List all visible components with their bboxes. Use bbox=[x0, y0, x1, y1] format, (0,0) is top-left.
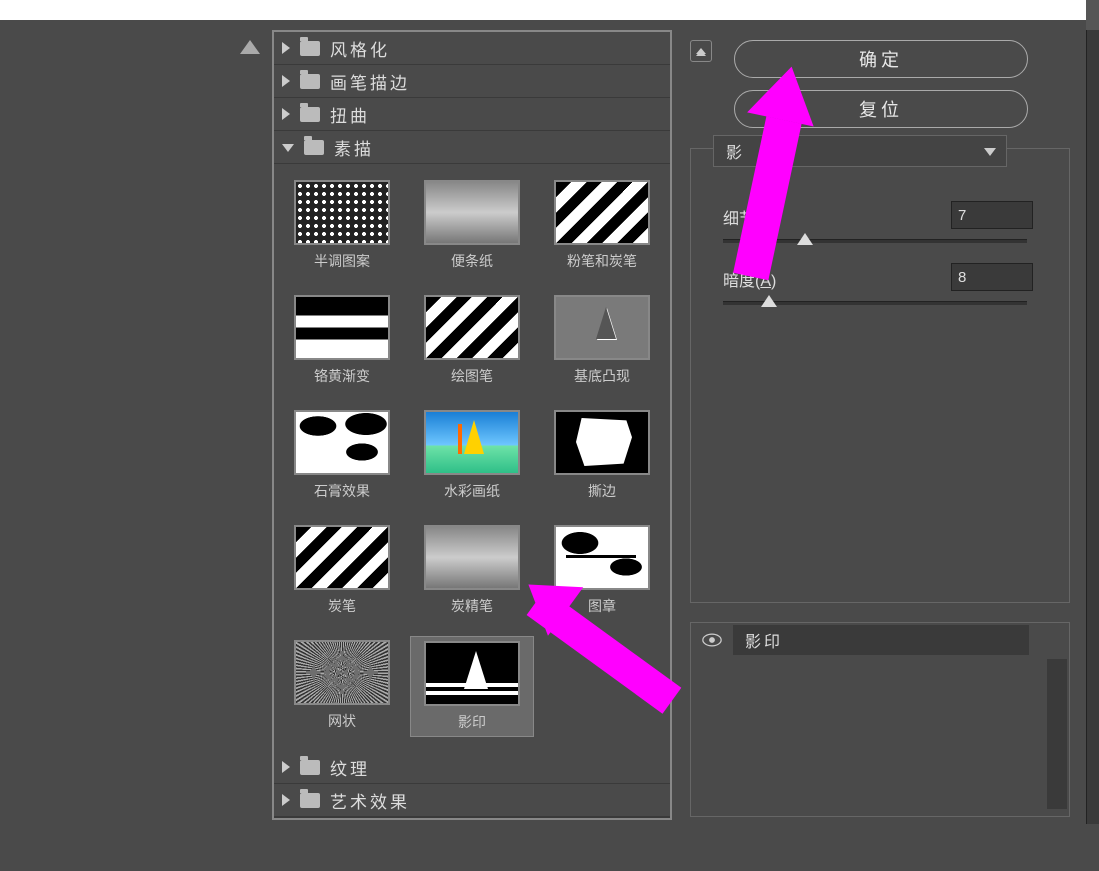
category-label: 纹理 bbox=[330, 755, 370, 780]
thumb-image bbox=[424, 180, 520, 245]
folder-icon bbox=[300, 41, 320, 56]
thumb-label: 便条纸 bbox=[451, 251, 493, 271]
filter-chrome[interactable]: 铬黄渐变 bbox=[280, 291, 404, 390]
thumb-image bbox=[294, 525, 390, 590]
thumb-image bbox=[424, 410, 520, 475]
folder-icon bbox=[300, 760, 320, 775]
filter-waterpaper[interactable]: 水彩画纸 bbox=[410, 406, 534, 505]
param-darkness-row: 暗度(A) bbox=[723, 267, 1043, 291]
chevron-right-icon bbox=[282, 761, 290, 773]
thumb-image bbox=[294, 640, 390, 705]
filter-tornedges[interactable]: 撕边 bbox=[540, 406, 664, 505]
thumb-label: 半调图案 bbox=[314, 251, 370, 271]
slider-knob[interactable] bbox=[797, 233, 813, 245]
category-label: 艺术效果 bbox=[330, 788, 410, 813]
thumb-image bbox=[554, 180, 650, 245]
thumb-label: 绘图笔 bbox=[451, 366, 493, 386]
filter-charcoal[interactable]: 炭笔 bbox=[280, 521, 404, 620]
effect-layers-panel: 影印 bbox=[690, 622, 1070, 817]
thumb-label: 炭笔 bbox=[328, 596, 356, 616]
param-darkness-slider[interactable] bbox=[723, 301, 1027, 305]
thumb-label: 图章 bbox=[588, 596, 616, 616]
right-edge-top bbox=[1086, 0, 1099, 30]
right-edge-strip bbox=[1086, 0, 1099, 824]
collapse-button[interactable] bbox=[690, 40, 712, 62]
chevron-right-icon bbox=[282, 794, 290, 806]
layer-row[interactable]: 影印 bbox=[691, 623, 1069, 657]
category-texture[interactable]: 纹理 bbox=[274, 751, 670, 784]
filter-notepaper[interactable]: 便条纸 bbox=[410, 176, 534, 275]
category-sketch[interactable]: 素描 bbox=[274, 131, 670, 164]
ok-label: 确定 bbox=[859, 46, 903, 72]
category-label: 扭曲 bbox=[330, 102, 370, 127]
chevron-right-icon bbox=[282, 108, 290, 120]
thumb-label: 网状 bbox=[328, 711, 356, 731]
filter-gallery-panel: 风格化 画笔描边 扭曲 素描 半调图案 便条纸 粉笔和炭笔 铬黄渐变 绘图笔 基… bbox=[272, 30, 672, 820]
visibility-toggle[interactable] bbox=[691, 633, 733, 647]
thumb-label: 铬黄渐变 bbox=[314, 366, 370, 386]
category-brush[interactable]: 画笔描边 bbox=[274, 65, 670, 98]
thumb-label: 石膏效果 bbox=[314, 481, 370, 501]
reset-label: 复位 bbox=[859, 96, 903, 122]
folder-icon bbox=[300, 793, 320, 808]
category-stylize[interactable]: 风格化 bbox=[274, 32, 670, 65]
folder-icon bbox=[300, 74, 320, 89]
layer-scrollbar[interactable] bbox=[1047, 659, 1067, 809]
filter-graphicpen[interactable]: 绘图笔 bbox=[410, 291, 534, 390]
chevron-right-icon bbox=[282, 75, 290, 87]
chevron-right-icon bbox=[282, 42, 290, 54]
slider-knob[interactable] bbox=[761, 295, 777, 307]
thumb-image bbox=[294, 410, 390, 475]
thumb-image bbox=[294, 295, 390, 360]
thumb-image bbox=[424, 295, 520, 360]
top-white-bar bbox=[0, 0, 1086, 20]
thumb-image bbox=[424, 641, 520, 706]
filter-photocopy[interactable]: 影印 bbox=[410, 636, 534, 737]
filter-halftone[interactable]: 半调图案 bbox=[280, 176, 404, 275]
folder-icon bbox=[304, 140, 324, 155]
param-detail-input[interactable] bbox=[951, 201, 1033, 229]
thumb-image bbox=[554, 410, 650, 475]
thumb-label: 水彩画纸 bbox=[444, 481, 500, 501]
category-distort[interactable]: 扭曲 bbox=[274, 98, 670, 131]
category-label: 风格化 bbox=[330, 36, 390, 61]
thumb-image bbox=[294, 180, 390, 245]
filter-plaster[interactable]: 石膏效果 bbox=[280, 406, 404, 505]
thumb-label: 炭精笔 bbox=[451, 596, 493, 616]
double-chevron-up-icon bbox=[696, 48, 706, 54]
param-darkness-input[interactable] bbox=[951, 263, 1033, 291]
thumb-label: 基底凸现 bbox=[574, 366, 630, 386]
chevron-down-icon bbox=[282, 144, 294, 152]
thumb-image bbox=[424, 525, 520, 590]
filter-basrelief[interactable]: 基底凸现 bbox=[540, 291, 664, 390]
thumb-label: 粉笔和炭笔 bbox=[567, 251, 637, 271]
category-label: 素描 bbox=[334, 135, 374, 160]
dropdown-label: 影 bbox=[726, 139, 742, 163]
thumb-label: 影印 bbox=[458, 712, 486, 732]
category-label: 画笔描边 bbox=[330, 69, 410, 94]
filter-reticulation[interactable]: 网状 bbox=[280, 636, 404, 737]
chevron-down-icon bbox=[984, 148, 996, 156]
thumb-image bbox=[554, 295, 650, 360]
layer-name: 影印 bbox=[733, 625, 1029, 655]
blank-row bbox=[274, 817, 670, 871]
folder-icon bbox=[300, 107, 320, 122]
scroll-up-icon[interactable] bbox=[240, 40, 260, 54]
preview-panel bbox=[0, 20, 264, 824]
eye-icon bbox=[702, 633, 722, 647]
thumb-label: 撕边 bbox=[588, 481, 616, 501]
category-artistic[interactable]: 艺术效果 bbox=[274, 784, 670, 817]
filter-chalkcharcoal[interactable]: 粉笔和炭笔 bbox=[540, 176, 664, 275]
